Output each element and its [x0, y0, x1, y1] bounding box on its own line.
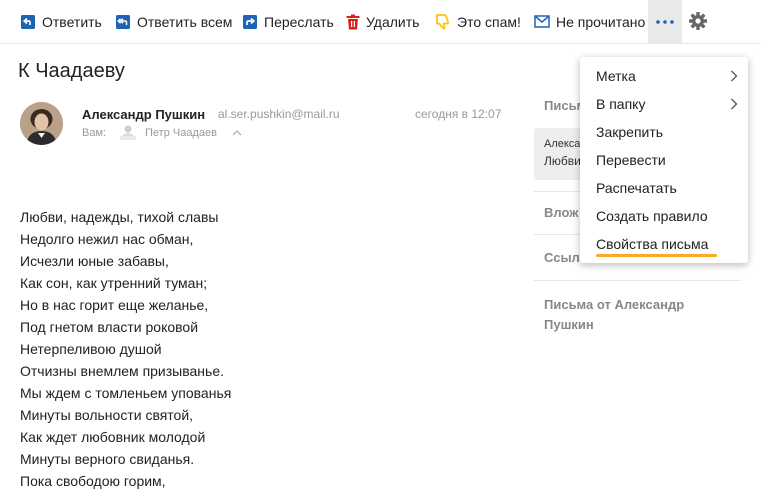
delete-button[interactable]: Удалить: [346, 0, 419, 43]
reply-button[interactable]: Ответить: [20, 0, 102, 43]
body-line: Отчизны внемлем призыванье.: [20, 363, 225, 379]
mark-unread-button[interactable]: Не прочитано: [534, 0, 645, 43]
body-line: Как ждет любовник молодой: [20, 429, 206, 445]
gear-icon[interactable]: [688, 11, 708, 31]
forward-label: Переслать: [264, 13, 334, 30]
reply-label: Ответить: [42, 13, 102, 30]
sidebar-card-preview: Любви: [544, 154, 581, 168]
sidebar-links-heading[interactable]: Ссыл: [544, 250, 580, 265]
unread-label: Не прочитано: [556, 13, 646, 30]
menu-item-print[interactable]: Распечатать: [596, 180, 677, 196]
body-line: Нетерпеливою душой: [20, 341, 162, 357]
body-line: Исчезли юные забавы,: [20, 253, 169, 269]
sidebar-from-sender-heading[interactable]: Письма от Александр Пушкин: [544, 295, 714, 335]
chevron-up-icon[interactable]: [232, 129, 242, 136]
message-body: Любви, надежды, тихой славы Недолго нежи…: [20, 206, 231, 492]
chevron-right-icon: [731, 70, 738, 82]
recipient-label: Вам:: [82, 127, 107, 139]
recipient-avatar-icon: [120, 125, 136, 140]
body-line: Под гнетом власти роковой: [20, 319, 199, 335]
reply-all-button[interactable]: Ответить всем: [115, 0, 232, 43]
forward-icon: [243, 14, 257, 29]
sidebar-attachments-heading[interactable]: Влож: [544, 205, 578, 220]
more-button[interactable]: [648, 0, 682, 43]
body-line: Но в нас горит еще желанье,: [20, 297, 209, 313]
menu-item-create-rule[interactable]: Создать правило: [596, 208, 708, 224]
sender-name[interactable]: Александр Пушкин: [82, 107, 205, 122]
body-line: Минуты верного свиданья.: [20, 451, 195, 467]
body-line: Пока свободою горим,: [20, 473, 166, 489]
menu-item-move-folder[interactable]: В папку: [596, 96, 645, 112]
sender-avatar[interactable]: [20, 102, 63, 145]
menu-item-pin[interactable]: Закрепить: [596, 124, 663, 140]
forward-button[interactable]: Переслать: [242, 0, 334, 43]
reply-all-icon: [116, 14, 130, 29]
spam-button[interactable]: Это спам!: [434, 0, 521, 43]
menu-item-translate[interactable]: Перевести: [596, 152, 666, 168]
message-subject: К Чаадаеву: [18, 60, 125, 82]
highlight-underline: [596, 254, 717, 257]
body-line: Любви, надежды, тихой славы: [20, 209, 219, 225]
sidebar-card-sender: Алекса: [544, 138, 581, 150]
message-toolbar: Ответить Ответить всем Переслать Удалить: [0, 0, 761, 44]
reply-icon: [21, 14, 35, 29]
reply-all-label: Ответить всем: [137, 13, 233, 30]
message-time: сегодня в 12:07: [415, 107, 502, 121]
body-line: Минуты вольности святой,: [20, 407, 194, 423]
sidebar-divider: [534, 280, 741, 281]
body-line: Недолго нежил нас обман,: [20, 231, 194, 247]
more-actions-menu: Метка В папку Закрепить Перевести Распеч…: [580, 57, 748, 263]
trash-icon: [346, 14, 360, 29]
more-dots-icon: [656, 19, 674, 24]
thumbs-down-icon: [436, 14, 450, 30]
recipient-name[interactable]: Петр Чаадаев: [145, 127, 217, 139]
spam-label: Это спам!: [457, 13, 521, 30]
menu-item-label[interactable]: Метка: [596, 68, 636, 84]
body-line: Мы ждем с томленьем упованья: [20, 385, 232, 401]
envelope-icon: [534, 15, 550, 28]
sender-email[interactable]: al.ser.pushkin@mail.ru: [218, 107, 340, 121]
menu-item-message-properties[interactable]: Свойства письма: [596, 236, 708, 252]
delete-label: Удалить: [366, 13, 420, 30]
chevron-right-icon: [731, 98, 738, 110]
body-line: Как сон, как утренний туман;: [20, 275, 208, 291]
